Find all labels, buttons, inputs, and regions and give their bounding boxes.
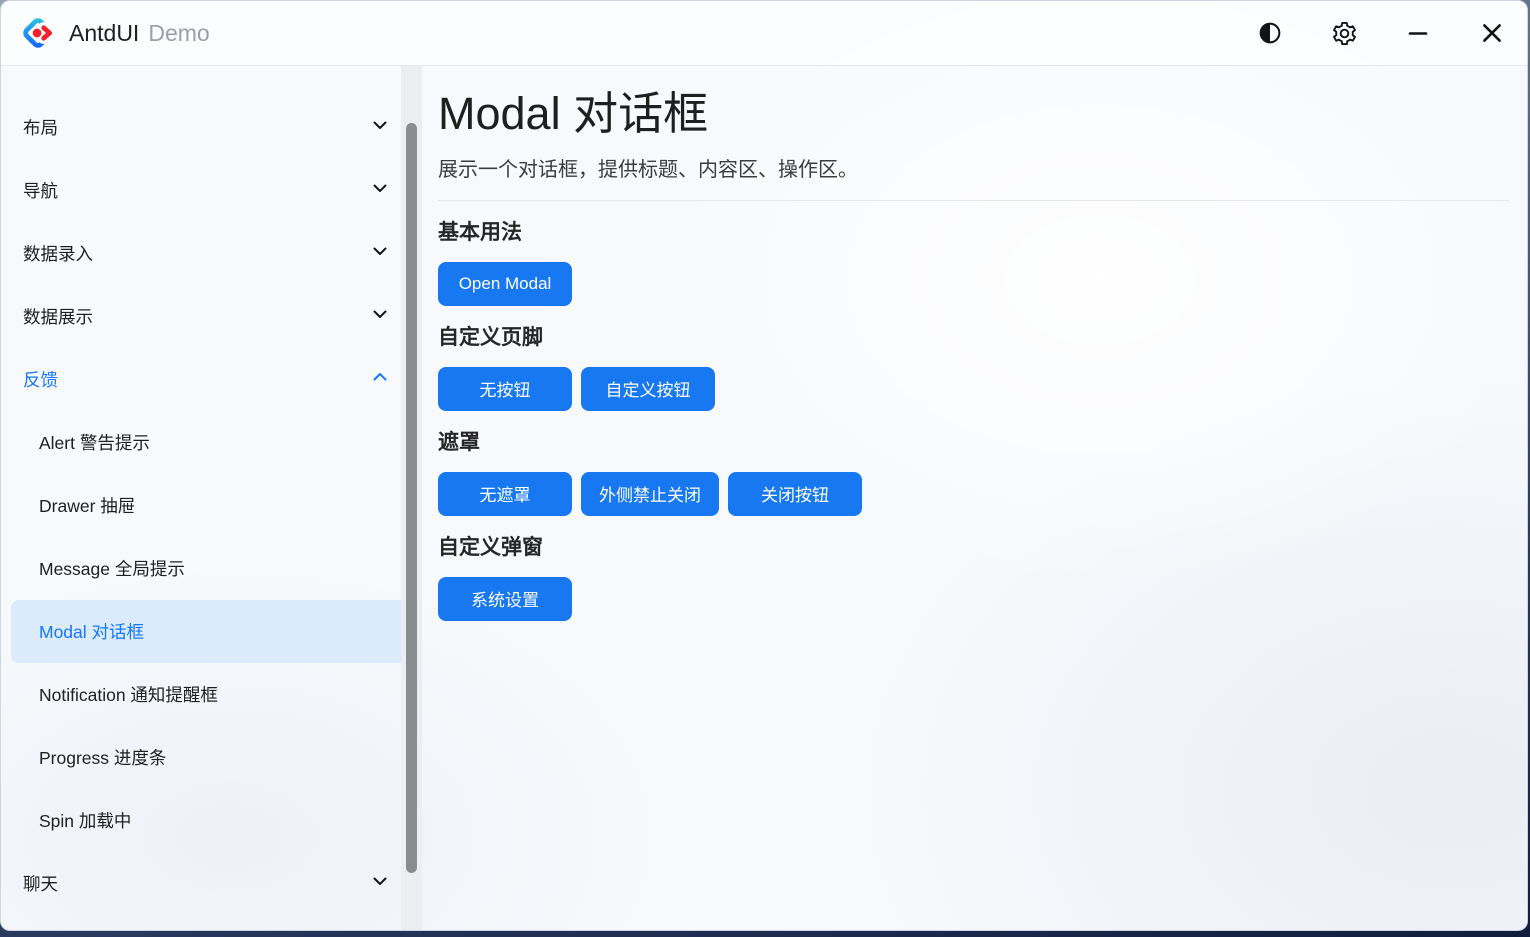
sidebar-item[interactable]: Progress 进度条 bbox=[11, 726, 407, 789]
demo-button[interactable]: 无按钮 bbox=[438, 367, 572, 411]
demo-button[interactable]: 无遮罩 bbox=[438, 472, 572, 516]
main-area: 布局导航数据录入数据展示反馈 Alert 警告提示 Drawer 抽屉 Message… bbox=[1, 66, 1527, 931]
titlebar-buttons bbox=[1255, 18, 1507, 48]
demo-button[interactable]: 外侧禁止关闭 bbox=[581, 472, 719, 516]
sidebar-group[interactable]: 聊天 bbox=[11, 852, 407, 915]
sidebar-scrollbar-track[interactable] bbox=[401, 66, 422, 931]
sidebar-item[interactable]: Alert 警告提示 bbox=[11, 411, 407, 474]
chevron-down-icon bbox=[371, 305, 389, 328]
sidebar-item[interactable]: Message 全局提示 bbox=[11, 537, 407, 600]
page-description: 展示一个对话框，提供标题、内容区、操作区。 bbox=[438, 153, 1509, 182]
sidebar-item-label: Notification 通知提醒框 bbox=[39, 682, 218, 707]
sidebar-item[interactable]: Spin 加载中 bbox=[11, 789, 407, 852]
app-title: AntdUI bbox=[69, 20, 139, 47]
settings-gear-icon[interactable] bbox=[1329, 18, 1359, 48]
sidebar-item-label: 数据录入 bbox=[23, 241, 93, 266]
demo-button[interactable]: 关闭按钮 bbox=[728, 472, 862, 516]
sidebar-group[interactable]: 布局 bbox=[11, 96, 407, 159]
close-icon[interactable] bbox=[1477, 18, 1507, 48]
sidebar-scrollbar-thumb[interactable] bbox=[406, 123, 417, 873]
sidebar-item-label: Progress 进度条 bbox=[39, 745, 166, 770]
sidebar-item[interactable]: Notification 通知提醒框 bbox=[11, 663, 407, 726]
sidebar-group[interactable]: 数据展示 bbox=[11, 285, 407, 348]
page-title: Modal 对话框 bbox=[438, 88, 1509, 140]
sidebar-item-label: 聊天 bbox=[23, 871, 58, 896]
section-button-row: 系统设置 bbox=[438, 577, 1509, 621]
sidebar-item-label: Modal 对话框 bbox=[39, 619, 144, 644]
content-divider bbox=[438, 200, 1509, 201]
section-heading: 自定义弹窗 bbox=[438, 533, 1509, 563]
antdui-logo-icon bbox=[19, 14, 57, 52]
sidebar-group[interactable]: 导航 bbox=[11, 159, 407, 222]
app-subtitle: Demo bbox=[148, 20, 209, 47]
sidebar-item-label: Message 全局提示 bbox=[39, 556, 185, 581]
sidebar-item-label: 布局 bbox=[23, 115, 58, 140]
sidebar-item-label: 数据展示 bbox=[23, 304, 93, 329]
app-window: AntdUI Demo 布局导航 bbox=[0, 0, 1528, 931]
chevron-down-icon bbox=[371, 116, 389, 139]
sidebar-item-label: Alert 警告提示 bbox=[39, 430, 150, 455]
sidebar-item-label: Drawer 抽屉 bbox=[39, 493, 135, 518]
theme-contrast-icon[interactable] bbox=[1255, 18, 1285, 48]
demo-button[interactable]: 系统设置 bbox=[438, 577, 572, 621]
sidebar-group[interactable]: 数据录入 bbox=[11, 222, 407, 285]
section-heading: 基本用法 bbox=[438, 218, 1509, 248]
sidebar-item-label: Spin 加载中 bbox=[39, 808, 131, 833]
section-heading: 遮罩 bbox=[438, 428, 1509, 458]
sidebar-item[interactable]: Drawer 抽屉 bbox=[11, 474, 407, 537]
chevron-down-icon bbox=[371, 179, 389, 202]
content-panel: Modal 对话框 展示一个对话框，提供标题、内容区、操作区。 基本用法 Open… bbox=[422, 66, 1527, 931]
chevron-down-icon bbox=[371, 872, 389, 895]
chevron-down-icon bbox=[371, 242, 389, 265]
sidebar-item-label: 导航 bbox=[23, 178, 58, 203]
titlebar: AntdUI Demo bbox=[1, 1, 1527, 66]
content-sections: 基本用法 Open Modal 自定义页脚无按钮自定义按钮遮罩无遮罩外侧禁止关闭关闭… bbox=[438, 218, 1509, 621]
section-button-row: Open Modal bbox=[438, 262, 1509, 306]
sidebar-item[interactable]: Modal 对话框 bbox=[11, 600, 407, 663]
minimize-icon[interactable] bbox=[1403, 18, 1433, 48]
section-button-row: 无遮罩外侧禁止关闭关闭按钮 bbox=[438, 472, 1509, 516]
section-heading: 自定义页脚 bbox=[438, 323, 1509, 353]
demo-button[interactable]: 自定义按钮 bbox=[581, 367, 715, 411]
section-button-row: 无按钮自定义按钮 bbox=[438, 367, 1509, 411]
demo-button[interactable]: Open Modal bbox=[438, 262, 572, 306]
sidebar-item-label: 反馈 bbox=[23, 367, 58, 392]
sidebar-group[interactable]: 反馈 bbox=[11, 348, 407, 411]
chevron-up-icon bbox=[371, 368, 389, 391]
sidebar: 布局导航数据录入数据展示反馈 Alert 警告提示 Drawer 抽屉 Message… bbox=[1, 66, 401, 931]
